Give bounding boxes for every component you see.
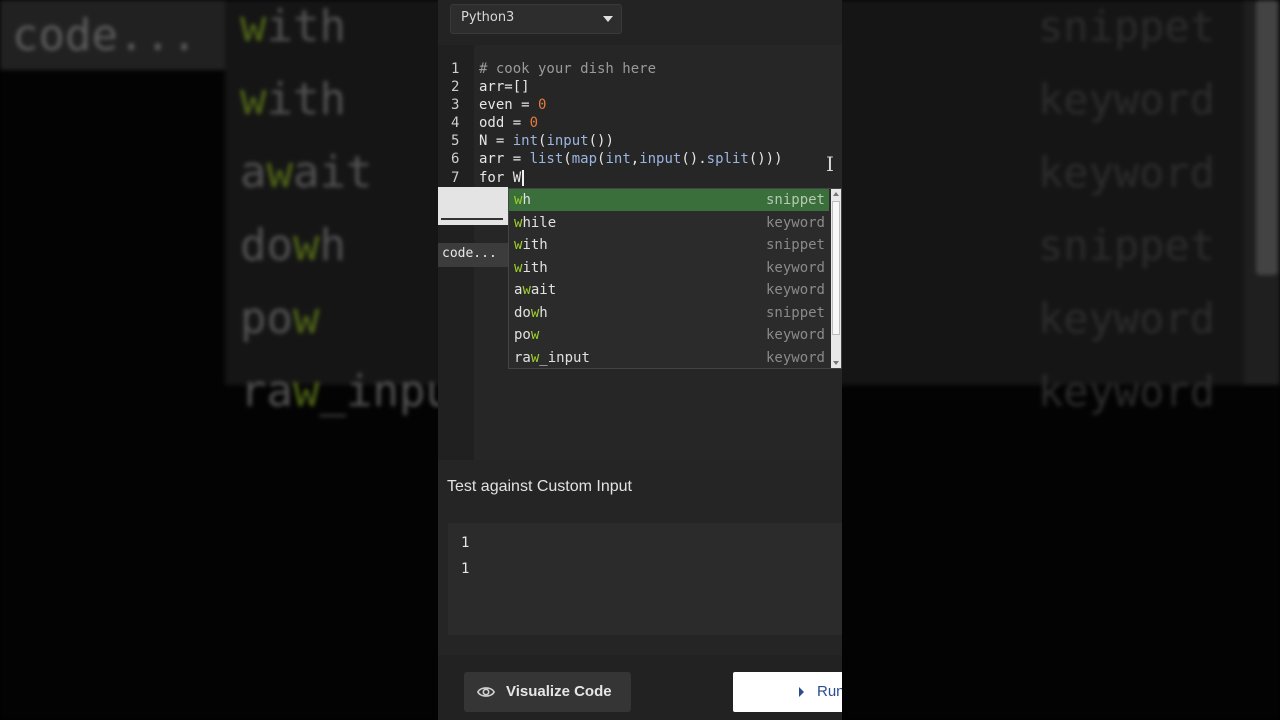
code-text: odd = 0	[479, 115, 539, 131]
side-panel-divider	[441, 218, 503, 220]
autocomplete-item[interactable]: wh snippet	[509, 189, 829, 211]
autocomplete-item[interactable]: raw_input keyword	[509, 347, 829, 369]
autocomplete-word: wh	[514, 192, 531, 208]
autocomplete-popup: wh snippet while keyword with snippet wi…	[508, 188, 842, 369]
autocomplete-item[interactable]: pow keyword	[509, 324, 829, 346]
code-line: 2 arr=[]	[438, 78, 842, 96]
scroll-down-icon[interactable]	[833, 361, 839, 365]
autocomplete-word: raw_input	[514, 349, 590, 366]
editor-toolbar: Python3	[438, 0, 842, 45]
language-select-value: Python3	[461, 10, 515, 25]
autocomplete-kind: keyword	[765, 259, 825, 276]
line-number: 2	[451, 79, 460, 95]
autocomplete-item[interactable]: await keyword	[509, 279, 829, 301]
code-line: 1 # cook your dish here	[438, 60, 842, 78]
autocomplete-word: while	[514, 214, 557, 231]
code-line: 3 even = 0	[438, 96, 842, 114]
autocomplete-kind: keyword	[765, 327, 825, 343]
code-text: # cook your dish here	[479, 61, 657, 77]
scroll-up-icon[interactable]	[833, 192, 839, 196]
autocomplete-kind: snippet	[765, 237, 825, 253]
custom-input-title: Test against Custom Input	[447, 478, 632, 495]
autocomplete-item[interactable]: with keyword	[509, 257, 829, 279]
autocomplete-kind: snippet	[765, 192, 825, 208]
line-number: 6	[451, 151, 460, 167]
autocomplete-word: with	[514, 259, 548, 276]
autocomplete-word: pow	[514, 327, 540, 343]
eye-icon	[477, 687, 495, 697]
autocomplete-kind: snippet	[765, 304, 825, 321]
line-number: 1	[451, 61, 460, 77]
autocomplete-item[interactable]: dowh snippet	[509, 302, 829, 324]
code-text: for W	[479, 170, 522, 186]
code-line: 5 N = int(input())	[438, 132, 842, 150]
code-ide-panel: Python3 1 # cook your dish here 2 arr=[]…	[438, 0, 842, 720]
line-number: 5	[451, 133, 460, 149]
autocomplete-item[interactable]: with snippet	[509, 234, 829, 256]
code-line: 6 arr = list(map(int,input().split()))	[438, 150, 842, 168]
autocomplete-item[interactable]: while keyword	[509, 212, 829, 234]
play-arrow-icon	[799, 687, 804, 697]
chevron-down-icon	[603, 16, 613, 22]
code-text: even = 0	[479, 97, 547, 113]
autocomplete-word: with	[514, 237, 548, 253]
scroll-thumb[interactable]	[832, 201, 840, 335]
action-bar: Visualize Code Run	[438, 655, 842, 720]
custom-input-line: 1	[461, 561, 470, 577]
autocomplete-kind: keyword	[765, 282, 825, 298]
code-editor[interactable]: 1 # cook your dish here 2 arr=[] 3 even …	[438, 45, 842, 460]
language-select[interactable]: Python3	[450, 4, 622, 34]
custom-input-line: 1	[461, 535, 470, 551]
text-cursor	[522, 170, 525, 186]
custom-input-textarea[interactable]: 1 1	[448, 523, 842, 635]
code-text: N = int(input())	[479, 133, 614, 149]
code-line: 4 odd = 0	[438, 114, 842, 132]
autocomplete-word: dowh	[514, 304, 548, 321]
visualize-code-button[interactable]: Visualize Code	[464, 672, 631, 712]
code-text-current: for W	[479, 169, 525, 187]
code-text: arr=[]	[479, 79, 530, 95]
ibeam-cursor-icon: I	[826, 152, 834, 176]
autocomplete-kind: keyword	[765, 349, 825, 366]
code-text: arr = list(map(int,input().split()))	[479, 151, 783, 167]
run-label: Run	[817, 683, 842, 700]
side-tooltip-text: code...	[442, 246, 497, 261]
line-number: 3	[451, 97, 460, 113]
run-button[interactable]: Run	[733, 672, 842, 712]
line-number: 4	[451, 115, 460, 131]
autocomplete-scrollbar[interactable]	[831, 189, 841, 368]
autocomplete-word: await	[514, 282, 557, 298]
line-number: 7	[451, 170, 460, 186]
side-tooltip: code...	[438, 243, 508, 267]
code-line-current: 7 for W	[438, 169, 842, 187]
visualize-code-label: Visualize Code	[506, 683, 612, 700]
autocomplete-kind: keyword	[765, 214, 825, 231]
